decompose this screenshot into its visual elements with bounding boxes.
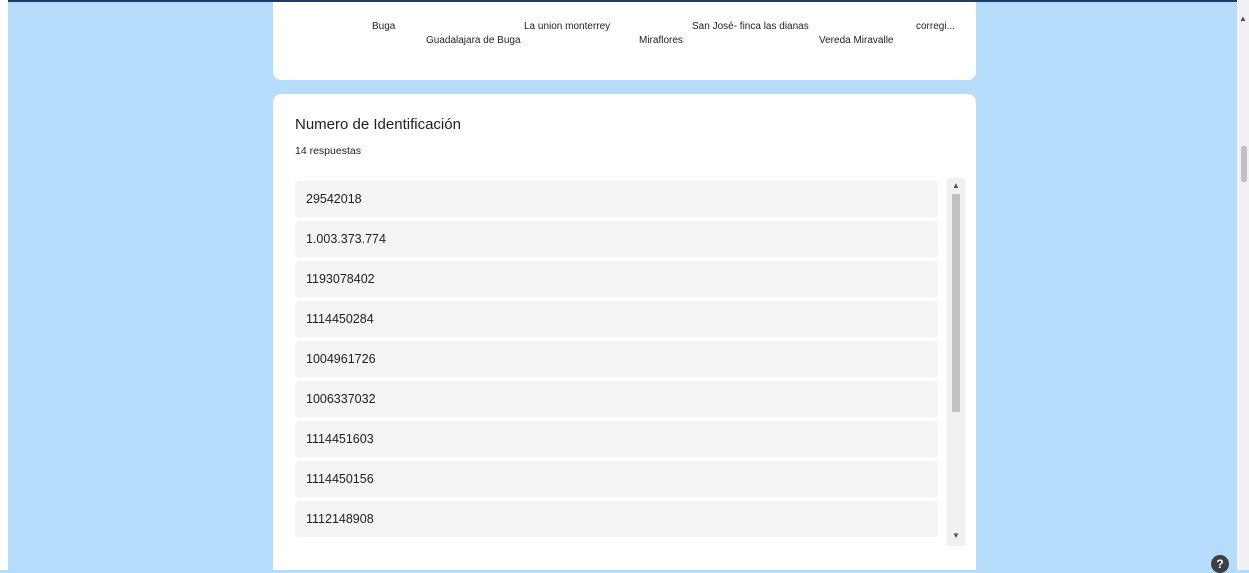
- page-scrollbar-thumb[interactable]: [1241, 146, 1247, 182]
- help-icon[interactable]: ?: [1211, 555, 1229, 573]
- response-item: 1114451603: [295, 421, 938, 457]
- response-item: 29542018: [295, 181, 938, 217]
- response-item: 1004961726: [295, 341, 938, 377]
- legend-label: Miraflores: [639, 35, 683, 46]
- response-list[interactable]: 29542018 1.003.373.774 1193078402 111445…: [295, 181, 938, 541]
- legend-label: San José- finca las dianas: [692, 21, 809, 32]
- scroll-down-arrow-icon[interactable]: ▼: [947, 530, 965, 542]
- left-edge: [0, 0, 8, 570]
- legend-label: Guadalajara de Buga: [426, 35, 521, 46]
- response-item: 1006337032: [295, 381, 938, 417]
- question-title: Numero de Identificación: [295, 116, 461, 133]
- page-scrollbar[interactable]: ▲: [1237, 0, 1249, 570]
- scrollbar-thumb[interactable]: [952, 194, 960, 412]
- legend-label: La union monterrey: [524, 21, 611, 32]
- legend-label: corregi...: [916, 21, 955, 32]
- chart-legend-labels: Buga La union monterrey San José- finca …: [273, 2, 976, 80]
- legend-label: Buga: [372, 21, 396, 32]
- response-item: 1112148908: [295, 501, 938, 537]
- previous-question-card: Buga La union monterrey San José- finca …: [273, 2, 976, 80]
- response-count: 14 respuestas: [295, 145, 361, 157]
- response-item: 1.003.373.774: [295, 221, 938, 257]
- response-item: 1114450284: [295, 301, 938, 337]
- scroll-up-arrow-icon[interactable]: ▲: [947, 180, 965, 192]
- response-item: 1114450156: [295, 461, 938, 497]
- question-card: Numero de Identificación 14 respuestas 2…: [273, 94, 976, 570]
- response-list-scrollbar[interactable]: ▲ ▼: [947, 178, 965, 546]
- legend-label: Vereda Miravalle: [819, 35, 894, 46]
- scroll-up-arrow-icon[interactable]: ▲: [1237, 14, 1249, 23]
- response-item: 1193078402: [295, 261, 938, 297]
